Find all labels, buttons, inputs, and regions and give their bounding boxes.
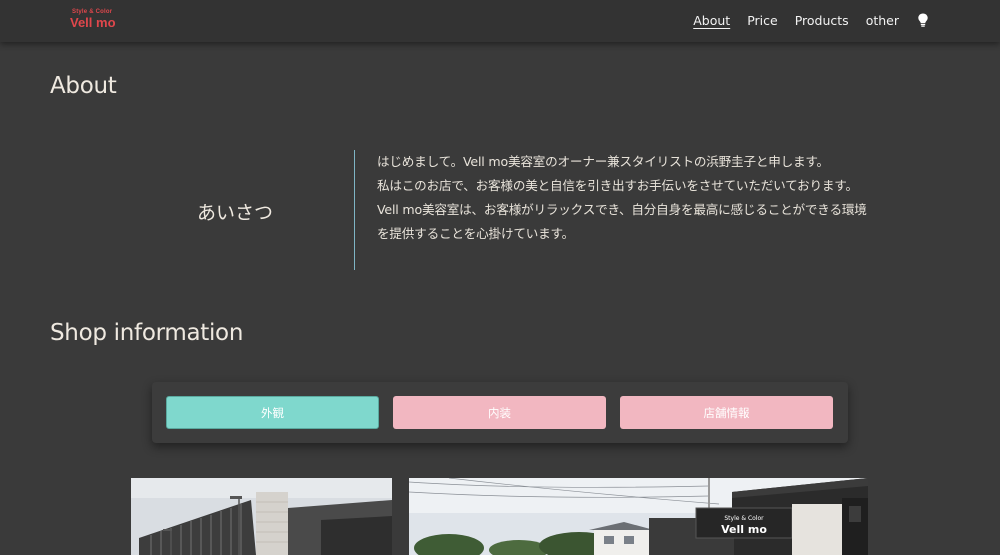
shop-exterior-photo-2: Style & Color Vell mo bbox=[409, 478, 868, 555]
lightbulb-icon[interactable] bbox=[916, 12, 930, 28]
greeting-line: Vell mo美容室は、お客様がリラックスでき、自分自身を最高に感じることができ… bbox=[377, 202, 867, 241]
shop-info-heading: Shop information bbox=[50, 320, 244, 346]
about-heading: About bbox=[50, 73, 117, 99]
nav-price[interactable]: Price bbox=[747, 13, 778, 28]
greeting-line: 私はこのお店で、お客様の美と自信を引き出すお手伝いをさせていただいております。 bbox=[377, 178, 858, 193]
logo-name: Vell mo bbox=[70, 15, 116, 30]
nav-other[interactable]: other bbox=[866, 13, 899, 28]
nav-about[interactable]: About bbox=[693, 13, 730, 28]
site-header: Style & Color Vell mo About Price Produc… bbox=[0, 0, 1000, 42]
tab-interior[interactable]: 内装 bbox=[393, 396, 606, 429]
shop-exterior-photo-1 bbox=[131, 478, 392, 555]
photo-sign-tagline: Style & Color bbox=[724, 515, 764, 522]
tab-store-info[interactable]: 店舗情報 bbox=[620, 396, 833, 429]
greeting-line: はじめまして。Vell mo美容室のオーナー兼スタイリストの浜野圭子と申します。 bbox=[377, 154, 829, 169]
greeting-label: あいさつ bbox=[197, 202, 274, 224]
nav-products[interactable]: Products bbox=[795, 13, 849, 28]
logo[interactable]: Style & Color Vell mo bbox=[70, 9, 116, 29]
tab-exterior[interactable]: 外観 bbox=[166, 396, 379, 429]
photo-sign-name: Vell mo bbox=[721, 523, 767, 536]
shop-tabs-panel: 外観 内装 店舗情報 bbox=[152, 382, 848, 443]
greeting-text: はじめまして。Vell mo美容室のオーナー兼スタイリストの浜野圭子と申します。… bbox=[377, 150, 867, 246]
vertical-divider bbox=[354, 150, 355, 270]
main-nav: About Price Products other bbox=[676, 12, 930, 28]
